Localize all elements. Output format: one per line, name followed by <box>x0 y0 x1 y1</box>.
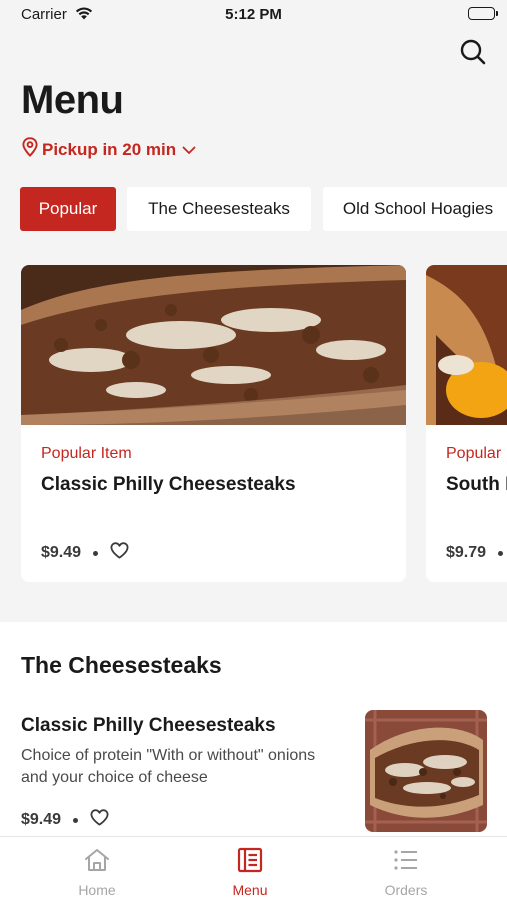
favorite-button[interactable] <box>110 542 129 564</box>
page-title: Menu <box>21 78 124 122</box>
item-name: Classic Philly Cheesesteaks <box>21 715 276 736</box>
item-photo <box>426 265 507 425</box>
item-kicker: Popular Item <box>446 445 507 462</box>
tab-menu-label: Menu <box>232 882 268 898</box>
battery-icon <box>468 7 498 20</box>
tab-home-label: Home <box>78 882 116 898</box>
chevron-down-icon <box>182 140 196 160</box>
tab-the-cheesesteaks[interactable]: The Cheesesteaks <box>127 187 311 231</box>
separator-dot <box>93 550 99 556</box>
item-price: $9.49 <box>41 544 82 561</box>
tab-orders-label: Orders <box>384 882 428 898</box>
pickup-label: Pickup in 20 min <box>42 139 177 159</box>
featured-item-card[interactable]: Popular Item Classic Philly Cheesesteaks… <box>21 265 406 582</box>
pickup-time-selector[interactable]: Pickup in 20 min <box>22 137 196 162</box>
menu-screen: Carrier 5:12 PM Menu Pickup in 20 min Po… <box>0 0 507 900</box>
item-name: Classic Philly Cheesesteaks <box>41 474 296 495</box>
status-bar: Carrier 5:12 PM <box>0 0 507 30</box>
separator-dot <box>498 550 504 556</box>
tab-orders[interactable]: Orders <box>346 845 466 898</box>
heart-icon <box>90 809 109 826</box>
bottom-tab-bar: Home Menu Orders <box>0 836 507 900</box>
item-price: $9.79 <box>446 544 487 561</box>
home-icon <box>85 849 109 871</box>
status-time: 5:12 PM <box>225 6 282 23</box>
separator-dot <box>73 817 79 823</box>
favorite-button[interactable] <box>90 809 109 831</box>
tab-popular[interactable]: Popular <box>20 187 116 231</box>
item-meta: $9.79 <box>446 542 507 564</box>
location-pin-icon <box>22 137 38 162</box>
item-name: South Philly Cheesesteak <box>446 474 507 495</box>
item-meta: $9.49 <box>21 809 109 831</box>
item-price: $9.49 <box>21 811 62 828</box>
item-photo <box>21 265 406 425</box>
item-kicker: Popular Item <box>41 445 132 462</box>
item-description: Choice of protein "With or without" onio… <box>21 747 316 786</box>
category-tabs: Popular The Cheesesteaks Old School Hoag… <box>20 187 507 231</box>
menu-icon <box>237 847 263 873</box>
orders-icon <box>394 850 417 870</box>
tab-old-school-hoagies[interactable]: Old School Hoagies <box>323 187 507 231</box>
tab-menu[interactable]: Menu <box>190 845 310 898</box>
featured-item-card[interactable]: Popular Item South Philly Cheesesteak $9… <box>426 265 507 582</box>
tab-home[interactable]: Home <box>37 845 157 898</box>
search-button[interactable] <box>458 37 488 67</box>
heart-icon <box>110 542 129 559</box>
item-meta: $9.49 <box>41 542 129 564</box>
item-thumbnail <box>365 710 487 832</box>
section-title: The Cheesesteaks <box>21 652 222 678</box>
search-icon <box>460 39 486 65</box>
